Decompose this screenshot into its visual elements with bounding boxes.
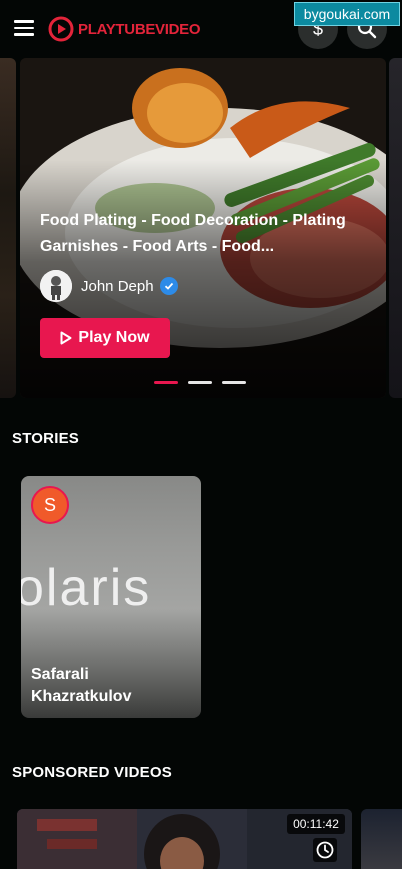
hero-title[interactable]: Food Plating - Food Decoration - Plating… [40, 208, 370, 260]
pagination-dot-2[interactable] [188, 381, 212, 384]
author-avatar[interactable] [40, 270, 72, 302]
previous-slide[interactable] [0, 58, 16, 398]
stories-heading: STORIES [12, 430, 79, 447]
logo-text: PLAYTUBEVIDEO [78, 20, 201, 38]
hamburger-icon[interactable] [14, 20, 34, 36]
story-avatar[interactable]: S [31, 486, 69, 524]
story-thumbnail-text: olaris [21, 559, 152, 617]
hero-author[interactable]: John Deph [40, 270, 178, 302]
pagination-dot-1[interactable] [154, 381, 178, 384]
next-sponsored-video[interactable] [361, 809, 402, 869]
story-card[interactable]: olaris S Safarali Khazratkulov [21, 476, 201, 718]
featured-carousel[interactable]: Food Plating - Food Decoration - Plating… [0, 58, 402, 398]
play-now-button[interactable]: Play Now [40, 318, 170, 358]
verified-icon [159, 277, 178, 295]
story-author-name[interactable]: Safarali Khazratkulov [31, 664, 191, 708]
video-duration: 00:11:42 [287, 814, 345, 834]
play-now-label: Play Now [78, 329, 150, 346]
logo[interactable]: PLAYTUBEVIDEO [48, 15, 201, 43]
featured-slide[interactable]: Food Plating - Food Decoration - Plating… [20, 58, 386, 398]
clock-icon [316, 841, 334, 859]
sponsored-heading: SPONSORED VIDEOS [12, 764, 172, 781]
next-slide[interactable] [389, 58, 402, 398]
play-icon [60, 331, 72, 345]
play-logo-icon [48, 16, 74, 42]
watermark: bygoukai.com [294, 2, 400, 26]
author-name[interactable]: John Deph [81, 278, 154, 295]
watch-later-button[interactable] [313, 838, 337, 862]
carousel-pagination [154, 381, 246, 384]
pagination-dot-3[interactable] [222, 381, 246, 384]
avatar-image [40, 270, 72, 302]
